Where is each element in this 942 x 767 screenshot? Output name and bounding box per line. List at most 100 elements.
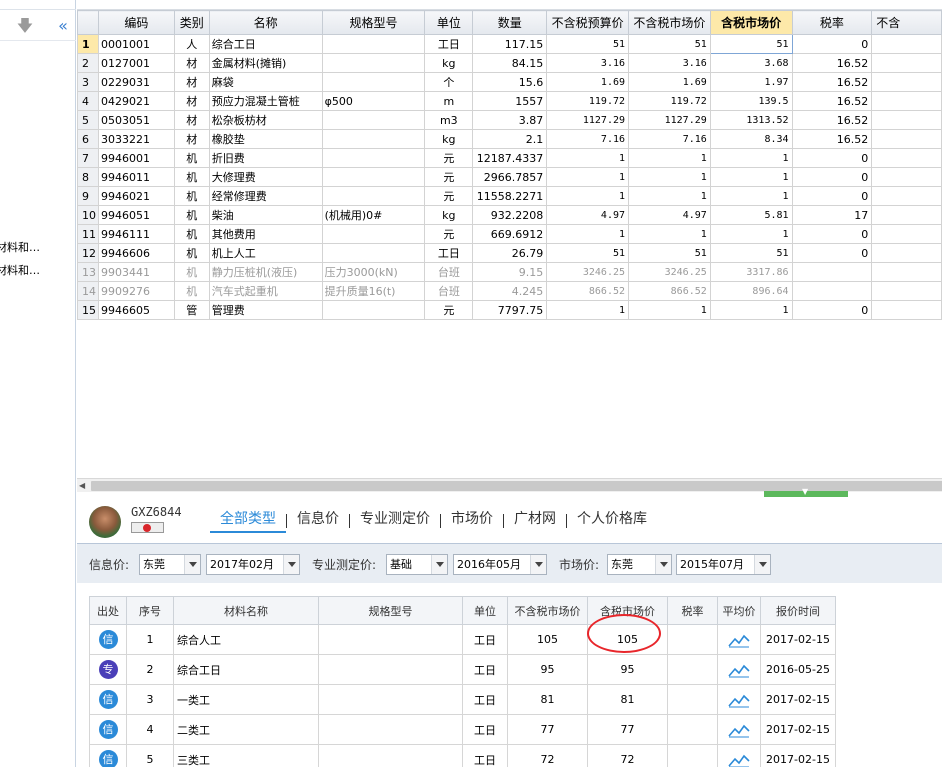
cell-qty[interactable]: 84.15 [472, 53, 548, 73]
header-no[interactable]: 序号 [126, 596, 174, 625]
cell-unit[interactable]: 元 [424, 224, 474, 244]
chevron-down-icon[interactable] [283, 555, 299, 574]
cell-tax-market-price[interactable]: 81 [587, 684, 668, 715]
row-number[interactable]: 14 [77, 281, 99, 301]
cell-unit[interactable]: 台班 [424, 281, 474, 301]
cell-spec[interactable]: (机械用)0# [321, 205, 426, 225]
cell-extra[interactable] [871, 243, 942, 263]
cell-tax-rate[interactable]: 16.52 [791, 53, 873, 73]
cell-budget-price[interactable]: 7.16 [546, 129, 630, 149]
header-market-price[interactable]: 不含税市场价 [507, 596, 588, 625]
header-type[interactable]: 类别 [173, 10, 210, 35]
cell-tax-market-price[interactable]: 1 [709, 186, 793, 206]
cell-qty[interactable]: 1557 [472, 91, 548, 111]
cell-market-price[interactable]: 1 [628, 167, 711, 187]
chevron-down-icon[interactable] [655, 555, 671, 574]
tab-market-price[interactable]: 市场价 [441, 509, 503, 533]
cell-average-price[interactable] [717, 654, 761, 685]
cell-unit[interactable]: 元 [424, 167, 474, 187]
cell-qty[interactable]: 12187.4337 [472, 148, 548, 168]
cell-tax-rate[interactable]: 16.52 [791, 72, 873, 92]
pro-period-select[interactable]: 2016年05月 [453, 554, 547, 575]
tab-gcw[interactable]: 广材网 [504, 509, 566, 533]
row-number[interactable]: 7 [77, 148, 99, 168]
cell-unit[interactable]: 台班 [424, 262, 474, 282]
row-number[interactable]: 12 [77, 243, 99, 263]
cell-tax-rate[interactable]: 16.52 [791, 110, 873, 130]
table-row[interactable]: 5 0503051 材松杂板枋材 m3 3.87 1127.29 1127.29 1313.5… [77, 110, 942, 130]
header-material-name[interactable]: 材料名称 [173, 596, 319, 625]
cell-type[interactable]: 机 [173, 281, 210, 301]
cell-unit[interactable]: 工日 [424, 34, 474, 54]
cell-type[interactable]: 管 [173, 300, 210, 320]
cell-extra[interactable] [871, 224, 942, 244]
cell-code[interactable]: 0503051 [98, 110, 175, 130]
cell-tax-market-price[interactable]: 77 [587, 714, 668, 745]
table-row[interactable]: 2 0127001 材金属材料(摊销) kg 84.15 3.16 3.16 3.68 16.5… [77, 53, 942, 73]
cell-budget-price[interactable]: 866.52 [546, 281, 630, 301]
table-row[interactable]: 6 3033221 材橡胶垫 kg 2.1 7.16 7.16 8.34 16.52 [77, 129, 942, 149]
cell-name[interactable]: 松杂板枋材 [208, 110, 323, 130]
cell-market-price[interactable]: 95 [507, 654, 588, 685]
header-average-price[interactable]: 平均价 [717, 596, 761, 625]
cell-market-price[interactable]: 4.97 [628, 205, 711, 225]
header-quote-date[interactable]: 报价时间 [760, 596, 836, 625]
header-name[interactable]: 名称 [208, 10, 323, 35]
pro-base-select[interactable]: 基础 [386, 554, 448, 575]
chevron-down-icon[interactable] [530, 555, 546, 574]
cell-tax-market-price[interactable]: 139.5 [709, 91, 793, 111]
cell-unit[interactable]: 元 [424, 300, 474, 320]
market-period-select[interactable]: 2015年07月 [676, 554, 771, 575]
cell-unit[interactable]: 元 [424, 186, 474, 206]
cell-spec[interactable] [318, 714, 463, 745]
cell-tax-rate[interactable] [667, 624, 718, 655]
avatar[interactable] [89, 506, 121, 538]
cell-spec[interactable] [321, 186, 426, 206]
cell-spec[interactable] [321, 243, 426, 263]
cell-qty[interactable]: 932.2208 [472, 205, 548, 225]
cell-material-name[interactable]: 综合工日 [173, 654, 319, 685]
cell-extra[interactable] [871, 205, 942, 225]
cell-spec[interactable] [318, 654, 463, 685]
table-row[interactable]: 15 9946605 管管理费元 7797.75 1 1 1 0 [77, 300, 942, 320]
cell-type[interactable]: 材 [173, 91, 210, 111]
header-spec[interactable]: 规格型号 [321, 10, 426, 35]
table-row[interactable]: 7 9946001 机折旧费元 12187.4337 1 1 1 0 [77, 148, 942, 168]
header-tax-market-price[interactable]: 含税市场价 [587, 596, 668, 625]
table-row[interactable]: 9 9946021 机经常修理费元 11558.2271 1 1 1 0 [77, 186, 942, 206]
price-row[interactable]: 信 5 三类工 工日 72 72 2017-02-15 [89, 744, 836, 767]
row-number[interactable]: 9 [77, 186, 99, 206]
cell-qty[interactable]: 2966.7857 [472, 167, 548, 187]
cell-extra[interactable] [871, 148, 942, 168]
row-number[interactable]: 1 [77, 34, 99, 54]
cell-type[interactable]: 机 [173, 262, 210, 282]
cell-extra[interactable] [871, 129, 942, 149]
row-number[interactable]: 6 [77, 129, 99, 149]
cell-spec[interactable] [321, 224, 426, 244]
table-row[interactable]: 8 9946011 机大修理费元 2966.7857 1 1 1 0 [77, 167, 942, 187]
cell-type[interactable]: 机 [173, 243, 210, 263]
cell-type[interactable]: 材 [173, 110, 210, 130]
cell-tax-market-price[interactable]: 3.68 [709, 53, 793, 73]
header-unit[interactable]: 单位 [462, 596, 508, 625]
cell-tax-rate[interactable] [667, 684, 718, 715]
cell-spec[interactable] [318, 684, 463, 715]
header-market-price[interactable]: 不含税市场价 [628, 10, 711, 35]
cell-market-price[interactable]: 72 [507, 744, 588, 767]
row-number[interactable]: 5 [77, 110, 99, 130]
cell-budget-price[interactable]: 1 [546, 167, 630, 187]
cell-unit[interactable]: 工日 [462, 744, 508, 767]
cell-code[interactable]: 0001001 [98, 34, 175, 54]
price-row[interactable]: 信 4 二类工 工日 77 77 2017-02-15 [89, 714, 836, 745]
cell-name[interactable]: 经常修理费 [208, 186, 323, 206]
row-number[interactable]: 8 [77, 167, 99, 187]
cell-quote-date[interactable]: 2017-02-15 [760, 624, 836, 655]
cell-code[interactable]: 9946011 [98, 167, 175, 187]
table-row[interactable]: 10 9946051 机柴油 (机械用)0# kg 932.2208 4.97 4.97 5.8… [77, 205, 942, 225]
cell-market-price[interactable]: 3.16 [628, 53, 711, 73]
table-row[interactable]: 3 0229031 材麻袋个 15.6 1.69 1.69 1.97 16.52 [77, 72, 942, 92]
header-code[interactable]: 编码 [98, 10, 175, 35]
cell-tax-rate[interactable] [667, 654, 718, 685]
cell-name[interactable]: 大修理费 [208, 167, 323, 187]
cell-qty[interactable]: 11558.2271 [472, 186, 548, 206]
